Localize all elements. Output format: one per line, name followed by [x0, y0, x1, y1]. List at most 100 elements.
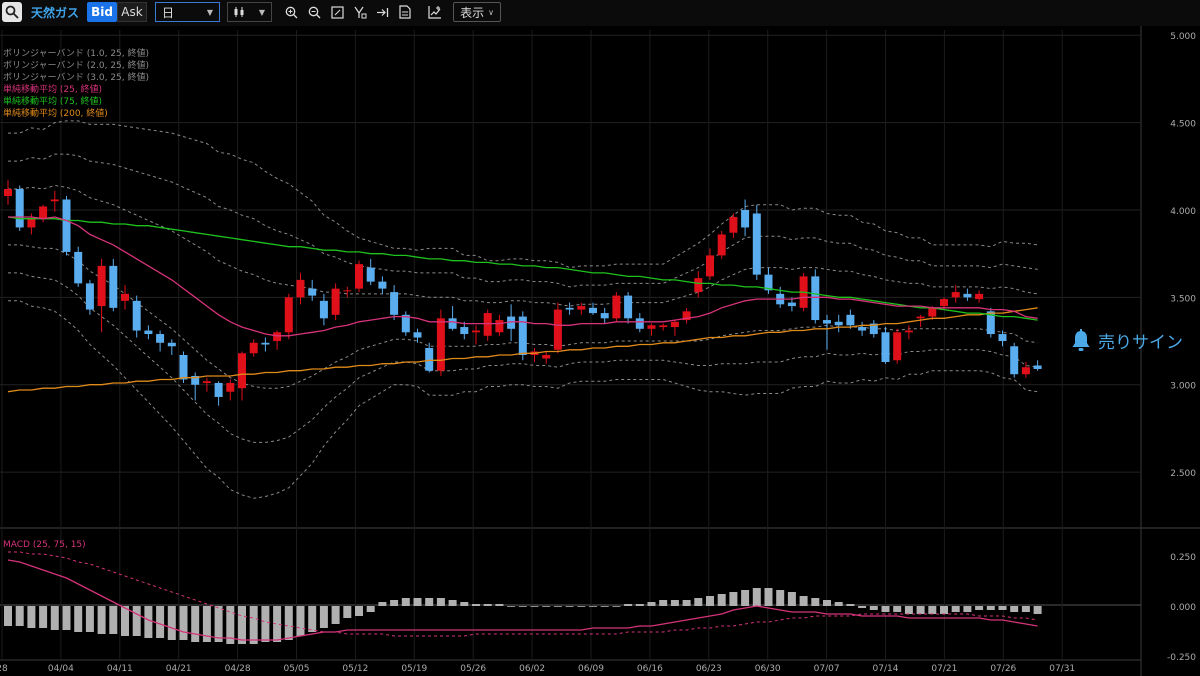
- candle-body: [846, 314, 855, 326]
- macd-histogram-bar: [261, 606, 270, 642]
- legend-sma75[interactable]: 単純移動平均 (75, 終値): [3, 96, 102, 108]
- instrument-name[interactable]: 天然ガス: [30, 2, 80, 22]
- candle-body: [238, 353, 246, 389]
- candle-body: [706, 255, 714, 277]
- macd-histogram-bar: [670, 600, 679, 606]
- macd-histogram-bar: [460, 602, 469, 606]
- sell-signal-alert[interactable]: 売りサイン: [1070, 328, 1183, 353]
- toolbar: 天然ガス Bid Ask 日 ▼ ▼ 表示 ∨: [0, 0, 1200, 26]
- chevron-down-icon: ▼: [258, 7, 265, 17]
- candle-body: [951, 292, 960, 298]
- candle-body: [717, 234, 726, 256]
- scroll-to-latest-button[interactable]: [373, 2, 391, 22]
- macd-histogram-bar: [85, 606, 94, 632]
- document-button[interactable]: [396, 2, 414, 22]
- macd-histogram-bar: [752, 588, 761, 606]
- chart-type-select[interactable]: ▼: [227, 2, 272, 22]
- timeframe-select[interactable]: 日 ▼: [155, 2, 220, 22]
- macd-tick-label: 0.000: [1170, 603, 1196, 613]
- macd-histogram-bar: [167, 606, 176, 640]
- display-menu-button[interactable]: 表示 ∨: [453, 2, 501, 22]
- legend-sma200[interactable]: 単純移動平均 (200, 終値): [3, 108, 108, 120]
- macd-histogram-bar: [308, 606, 317, 632]
- legend-bb3[interactable]: ボリンジャーバンド (3.0, 25, 終値): [3, 72, 149, 84]
- macd-histogram-bar: [74, 606, 83, 632]
- macd-histogram-bar: [518, 606, 527, 607]
- display-menu-label: 表示: [460, 5, 485, 20]
- sma75-line: [7, 216, 1038, 321]
- macd-tick-label: -0.250: [1167, 653, 1196, 663]
- macd-histogram-bar: [343, 606, 352, 618]
- candle-body: [858, 327, 867, 331]
- time-tick-label: 05/19: [401, 664, 427, 674]
- macd-histogram-bar: [647, 602, 656, 606]
- macd-histogram-bar: [565, 606, 574, 607]
- macd-histogram-bar: [448, 600, 457, 606]
- legend-sma25[interactable]: 単純移動平均 (25, 終値): [3, 84, 102, 96]
- zoom-in-button[interactable]: [282, 2, 300, 22]
- candle-body: [741, 209, 750, 228]
- price-chart[interactable]: 5.000 4.500 4.000 3.500 3.000 2.500 0.250 0.000…: [0, 26, 1200, 676]
- candle-body: [553, 309, 562, 350]
- candle-body: [635, 318, 644, 329]
- candle-body: [998, 334, 1007, 342]
- candle-body: [811, 276, 820, 321]
- macd-histogram-bar: [355, 606, 363, 616]
- legend-bb2[interactable]: ボリンジャーバンド (2.0, 25, 終値): [3, 60, 149, 72]
- add-indicator-button[interactable]: [425, 2, 445, 22]
- macd-histogram-bar: [179, 606, 188, 640]
- candle-body: [366, 267, 375, 282]
- ask-button[interactable]: Ask: [117, 2, 147, 22]
- bid-button[interactable]: Bid: [87, 2, 117, 22]
- legend-bb1[interactable]: ボリンジャーバンド (1.0, 25, 終値): [3, 48, 149, 60]
- price-tick-label: 5.000: [1170, 32, 1196, 42]
- candle-body: [249, 342, 258, 354]
- macd-histogram-bar: [893, 606, 902, 612]
- search-button[interactable]: [2, 2, 22, 22]
- candle-body: [600, 313, 609, 319]
- candle-body: [390, 292, 399, 315]
- candle-body: [752, 213, 761, 275]
- macd-histogram-bar: [249, 606, 258, 644]
- time-tick-label: 04/11: [107, 664, 133, 674]
- time-tick-label: 06/23: [696, 664, 722, 674]
- candle-body: [787, 302, 796, 307]
- macd-histogram-bar: [472, 604, 480, 606]
- macd-histogram-bar: [495, 604, 504, 606]
- drawing-tool-button[interactable]: [351, 2, 369, 22]
- fit-button[interactable]: [328, 2, 346, 22]
- macd-histogram-bar: [191, 606, 200, 642]
- time-tick-label: 06/16: [637, 664, 663, 674]
- macd-histogram-bar: [600, 606, 609, 607]
- time-tick-label: 07/31: [1049, 664, 1075, 674]
- macd-histogram-bar: [109, 606, 118, 634]
- macd-histogram-bar: [1021, 606, 1030, 612]
- candle-body: [612, 295, 621, 319]
- candle-body: [355, 264, 363, 289]
- candle-body: [331, 288, 340, 315]
- time-tick-label: 07/07: [814, 664, 840, 674]
- macd-histogram-bar: [296, 606, 305, 636]
- candle-body: [1010, 346, 1019, 375]
- macd-histogram-bar: [507, 606, 516, 607]
- candle-body: [425, 348, 434, 371]
- time-tick-label: 06/09: [578, 664, 604, 674]
- candle-body: [27, 218, 36, 228]
- macd-histogram-bar: [50, 606, 59, 630]
- bollinger-bands: [8, 120, 1038, 499]
- macd-histogram-bar: [530, 606, 539, 607]
- candle-body: [97, 265, 106, 307]
- macd-histogram-bar: [869, 606, 878, 610]
- macd-histogram-bar: [963, 606, 972, 612]
- macd-histogram-bar: [764, 588, 773, 606]
- time-tick-label: 28: [0, 664, 8, 674]
- zoom-out-button[interactable]: [305, 2, 323, 22]
- macd-histogram-bar: [378, 602, 387, 606]
- macd-histogram-bar: [998, 606, 1007, 610]
- candle-body: [577, 306, 586, 310]
- macd-histogram-bar: [144, 606, 153, 638]
- legend-macd[interactable]: MACD (25, 75, 15): [3, 539, 86, 551]
- candle-body: [378, 281, 387, 289]
- candle-body: [62, 199, 71, 252]
- macd-histogram-bar: [904, 606, 913, 614]
